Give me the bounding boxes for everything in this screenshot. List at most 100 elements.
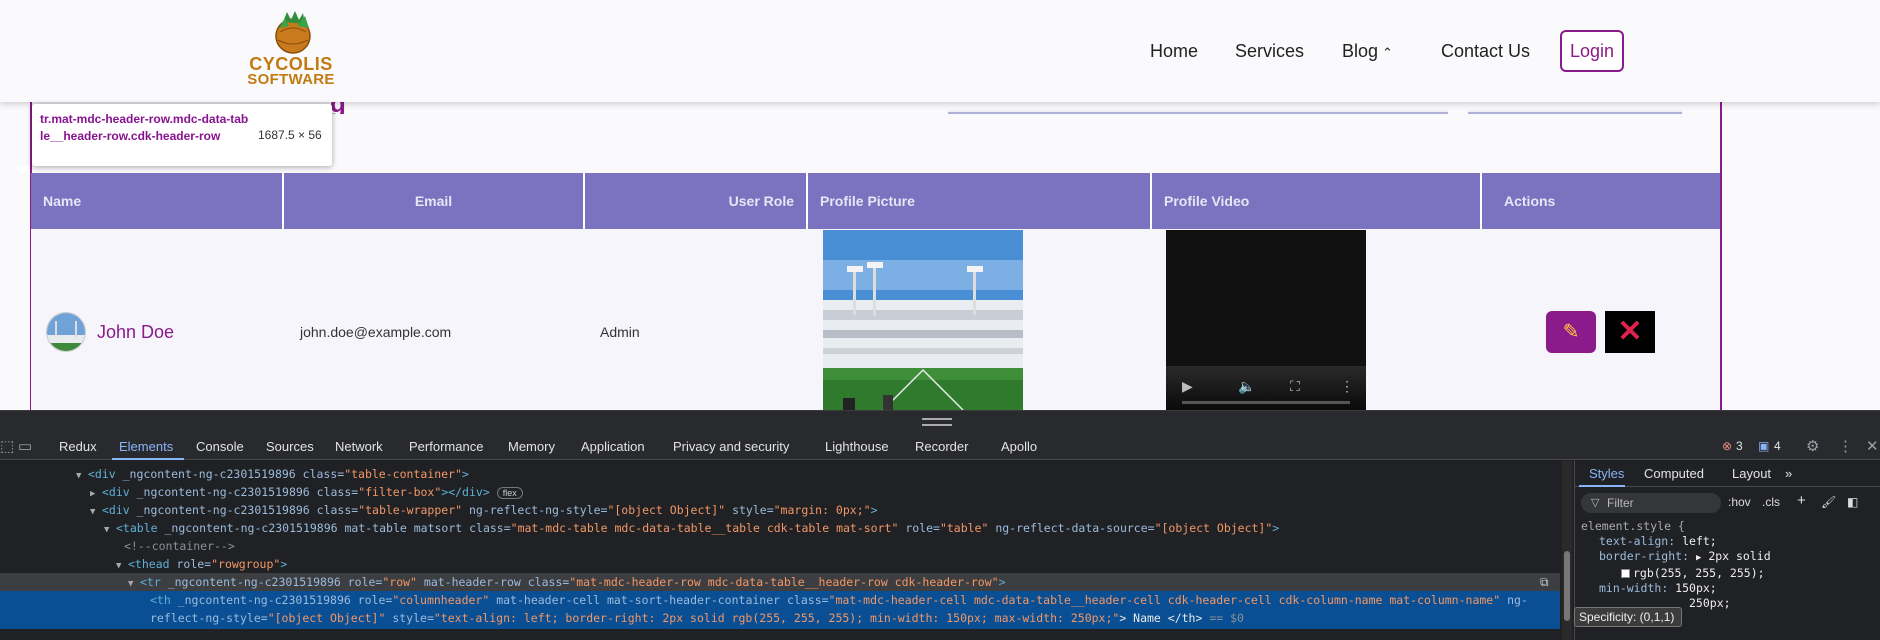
dom-attr: _ngcontent-ng-c2301519896 class= [129, 503, 359, 517]
user-name[interactable]: John Doe [97, 322, 174, 343]
style-prop-border-right-cont: rgb(255, 255, 255); [1581, 566, 1771, 581]
column-header-user-role[interactable]: User Role [585, 173, 808, 229]
dom-scrollbar-thumb[interactable] [1564, 551, 1570, 621]
tab-console[interactable]: Console [196, 439, 244, 454]
devtools-tab-bar: ⬚ ▭ Redux Elements Console Sources Netwo… [0, 432, 1880, 460]
color-swatch-icon[interactable] [1621, 569, 1630, 578]
dom-node-thead[interactable]: ▼ <thead role="rowgroup"> [0, 555, 1560, 573]
more-tabs-icon[interactable]: » [1785, 466, 1792, 481]
error-icon[interactable]: ⊗ [1722, 439, 1732, 453]
video-progress-track[interactable] [1182, 401, 1350, 404]
dom-attr-value: "table" [939, 521, 989, 535]
nav-home[interactable]: Home [1150, 41, 1198, 62]
style-prop-text-align[interactable]: text-align: left; [1581, 534, 1771, 549]
error-count[interactable]: 3 [1736, 439, 1743, 453]
tab-privacy-security[interactable]: Privacy and security [673, 439, 789, 454]
flex-badge[interactable]: flex [496, 487, 523, 499]
edit-button[interactable]: ✎ [1546, 311, 1596, 353]
column-header-profile-picture[interactable]: Profile Picture [808, 173, 1152, 229]
profile-video[interactable]: ▶ 🔈 ⛶ ⋮ [1166, 230, 1366, 410]
hover-state-toggle[interactable]: :hov [1728, 495, 1751, 509]
delete-button[interactable]: ✕ [1605, 311, 1655, 353]
add-rule-icon[interactable]: + [1797, 492, 1806, 509]
dom-tag: ></div> [441, 485, 490, 499]
devtools-resize-handle[interactable] [0, 410, 1880, 432]
column-header-name[interactable]: Name [31, 173, 284, 229]
styles-filter-input[interactable]: ▽ Filter [1581, 493, 1721, 513]
inspect-tooltip: tr.mat-mdc-header-row.mdc-data-table__he… [32, 104, 332, 166]
more-options-icon[interactable]: ⋮ [1340, 378, 1354, 395]
paint-icon[interactable]: 🖌 [1821, 495, 1836, 509]
expand-triangle-icon[interactable]: ▼ [116, 557, 128, 573]
tab-elements[interactable]: Elements [119, 439, 173, 454]
prop-value: 250px; [1689, 596, 1731, 610]
device-toolbar-icon[interactable]: ▭ [18, 437, 32, 455]
dom-tag: <div [88, 467, 116, 481]
tab-computed[interactable]: Computed [1644, 466, 1704, 481]
volume-icon[interactable]: 🔈 [1238, 378, 1255, 395]
tab-lighthouse[interactable]: Lighthouse [825, 439, 889, 454]
inspect-element-icon[interactable]: ⬚ [0, 437, 14, 455]
logo-globe-icon [275, 11, 311, 54]
tab-network[interactable]: Network [335, 439, 383, 454]
tab-apollo[interactable]: Apollo [1001, 439, 1037, 454]
expand-triangle-icon[interactable]: ▼ [76, 467, 88, 483]
tab-sources[interactable]: Sources [266, 439, 314, 454]
tab-redux[interactable]: Redux [59, 439, 97, 454]
play-icon[interactable]: ▶ [1182, 378, 1193, 395]
tab-performance[interactable]: Performance [409, 439, 483, 454]
tab-memory[interactable]: Memory [508, 439, 555, 454]
tab-styles[interactable]: Styles [1589, 466, 1624, 481]
column-header-email[interactable]: Email [284, 173, 585, 229]
dom-node-header-row[interactable]: ▼ <tr _ngcontent-ng-c2301519896 role="row… [0, 573, 1560, 591]
page-viewport: g CYCOLIS SOFTWARE [0, 0, 1880, 410]
message-count[interactable]: 4 [1774, 439, 1781, 453]
kebab-menu-icon[interactable]: ⋮ [1838, 437, 1853, 455]
styles-tab-indicator [1579, 485, 1625, 487]
dom-node-th-selected[interactable]: <th _ngcontent-ng-c2301519896 role="colu… [0, 591, 1560, 629]
filter-placeholder: Filter [1607, 496, 1634, 510]
style-prop-min-width[interactable]: min-width: 150px; [1581, 581, 1771, 596]
prop-value: 2px solid [1708, 549, 1771, 563]
tab-application[interactable]: Application [581, 439, 645, 454]
prop-value: 150px; [1675, 581, 1717, 595]
tooltip-size: 1687.5 × 56 [258, 128, 322, 142]
dom-tree: ▼ <div _ngcontent-ng-c2301519896 class="t… [0, 461, 1572, 640]
dom-scrollbar[interactable] [1562, 461, 1572, 640]
logo[interactable]: CYCOLIS SOFTWARE [246, 10, 336, 92]
dom-attr-value: "table-wrapper" [358, 503, 463, 517]
dom-node-table-wrapper[interactable]: ▼ <div _ngcontent-ng-c2301519896 class="t… [0, 501, 1560, 519]
tab-layout[interactable]: Layout [1732, 466, 1771, 481]
avatar-image [47, 313, 85, 351]
dom-tag: <tr [140, 575, 161, 589]
expand-triangle-icon[interactable]: ▼ [104, 521, 116, 537]
class-toggle[interactable]: .cls [1762, 495, 1780, 509]
expand-triangle-icon[interactable]: ▶ [1696, 553, 1701, 563]
login-button[interactable]: Login [1560, 30, 1624, 72]
filter-select-underline[interactable] [1468, 110, 1682, 114]
expand-triangle-icon[interactable]: ▶ [90, 485, 102, 501]
toggle-sidebar-icon[interactable]: ◧ [1847, 495, 1858, 509]
tab-recorder[interactable]: Recorder [915, 439, 968, 454]
dom-node-table[interactable]: ▼ <table _ngcontent-ng-c2301519896 mat-ta… [0, 519, 1560, 537]
scroll-into-view-icon[interactable]: ⧉ [1540, 575, 1549, 590]
nav-blog[interactable]: Blog ⌃ [1342, 41, 1393, 62]
dom-node-comment[interactable]: <!--container--> [0, 537, 1560, 555]
dom-attr: _ngcontent-ng-c2301519896 role= [170, 593, 393, 607]
message-icon[interactable]: ▣ [1758, 439, 1769, 453]
dom-node-filter-box[interactable]: ▶ <div _ngcontent-ng-c2301519896 class="f… [0, 483, 1560, 501]
filter-input-underline[interactable] [948, 110, 1448, 114]
nav-services[interactable]: Services [1235, 41, 1304, 62]
expand-triangle-icon[interactable]: ▼ [128, 575, 140, 591]
column-header-actions[interactable]: Actions [1492, 173, 1720, 229]
column-header-profile-video[interactable]: Profile Video [1152, 173, 1482, 229]
gear-icon[interactable]: ⚙ [1806, 437, 1819, 455]
close-devtools-icon[interactable]: ✕ [1866, 437, 1879, 455]
dom-tag: <table [116, 521, 158, 535]
fullscreen-icon[interactable]: ⛶ [1290, 378, 1300, 395]
dom-node-table-container[interactable]: ▼ <div _ngcontent-ng-c2301519896 class="t… [0, 465, 1560, 483]
prop-value: left; [1682, 534, 1717, 548]
expand-triangle-icon[interactable]: ▼ [90, 503, 102, 519]
style-prop-border-right[interactable]: border-right: ▶ 2px solid [1581, 549, 1771, 566]
nav-contact[interactable]: Contact Us [1441, 41, 1530, 62]
